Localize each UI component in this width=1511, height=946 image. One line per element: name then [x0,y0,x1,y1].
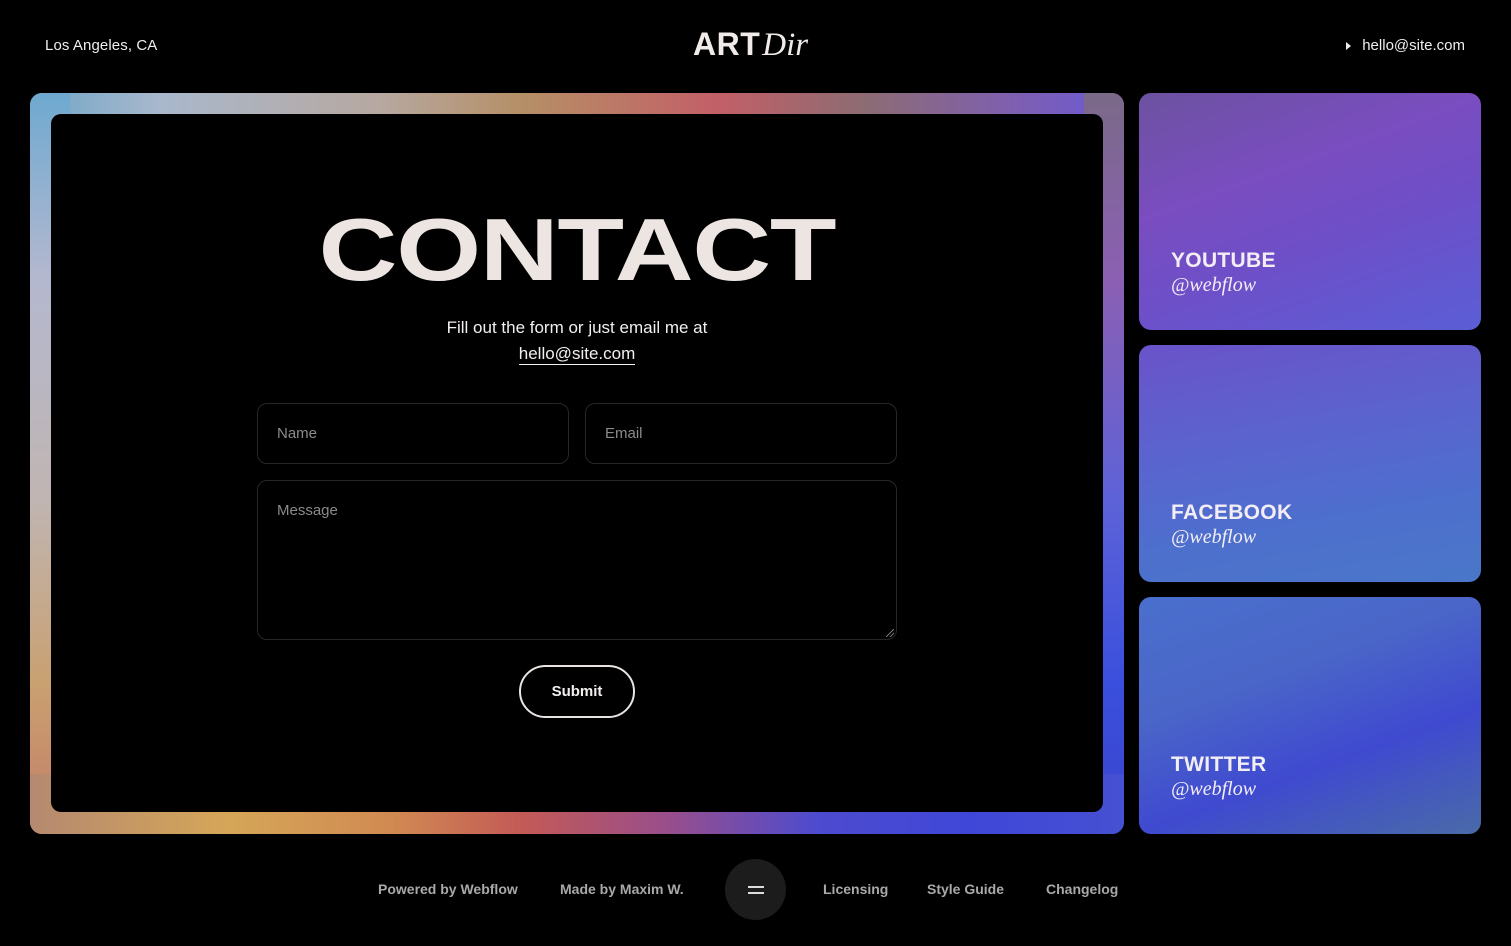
youtube-handle: @webflow [1171,274,1257,296]
facebook-handle: @webflow [1171,526,1257,548]
contact-frame: CONTACT Fill out the form or just email … [30,93,1124,834]
changelog-link[interactable]: Changelog [1046,881,1118,897]
name-placeholder: Name [277,425,318,442]
style-guide-link[interactable]: Style Guide [927,881,1004,897]
site-logo[interactable]: ART Dir [693,26,808,66]
licensing-link[interactable]: Licensing [823,881,888,897]
email-field[interactable]: Email [585,403,897,464]
intro-text: Fill out the form or just email me at [446,318,708,337]
logo-italic-text: Dir [762,27,809,63]
youtube-title: YOUTUBE [1171,249,1276,272]
intro-email-link[interactable]: hello@site.com [518,344,636,365]
twitter-handle: @webflow [1171,778,1257,800]
page-title: CONTACT [318,200,837,299]
location-text: Los Angeles, CA [45,37,158,54]
contact-intro: Fill out the form or just email me at he… [51,315,1103,367]
twitter-title: TWITTER [1171,753,1267,776]
youtube-card[interactable]: YOUTUBE @webflow [1139,93,1481,330]
name-field[interactable]: Name [257,403,569,464]
header-email-text: hello@site.com [1362,37,1465,54]
facebook-card[interactable]: FACEBOOK @webflow [1139,345,1481,582]
menu-button[interactable] [725,859,786,920]
twitter-card[interactable]: TWITTER @webflow [1139,597,1481,834]
made-by-link[interactable]: Made by Maxim W. [560,881,684,897]
message-field[interactable]: Message [257,480,897,640]
submit-button[interactable]: Submit [519,665,635,718]
facebook-title: FACEBOOK [1171,501,1293,524]
message-placeholder: Message [277,502,338,519]
logo-bold-text: ART [693,26,761,62]
menu-icon [747,885,764,894]
powered-by-link[interactable]: Powered by Webflow [378,881,518,897]
caret-right-icon [1346,41,1352,50]
email-placeholder: Email [605,425,643,442]
resize-handle-icon[interactable] [886,629,894,637]
contact-panel: CONTACT Fill out the form or just email … [51,114,1103,812]
header-email-link[interactable]: hello@site.com [1346,37,1465,54]
